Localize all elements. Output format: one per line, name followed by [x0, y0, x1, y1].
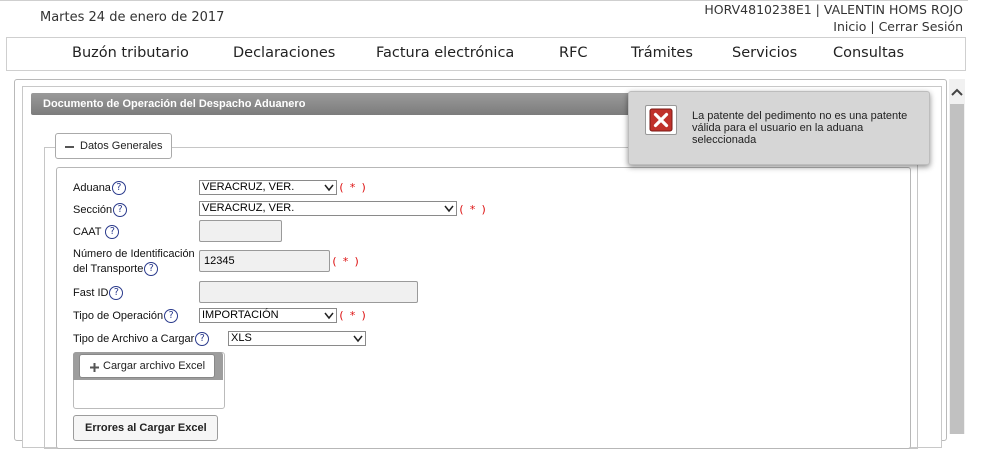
- seccion-label: Sección?: [73, 203, 128, 218]
- link-separator: |: [870, 19, 875, 34]
- errores-excel-label: Errores al Cargar Excel: [85, 422, 207, 434]
- fast-id-label: Fast ID?: [73, 286, 124, 301]
- current-date: Martes 24 de enero de 2017: [40, 10, 225, 25]
- tipo-operacion-label: Tipo de Operación?: [73, 309, 179, 324]
- scrollbar-thumb[interactable]: [950, 104, 964, 434]
- required-marker: ( * ): [458, 203, 487, 216]
- panel-title: Documento de Operación del Despacho Adua…: [43, 98, 306, 110]
- errores-excel-button[interactable]: Errores al Cargar Excel: [73, 415, 218, 441]
- help-icon[interactable]: ?: [111, 181, 126, 195]
- logout-link[interactable]: Cerrar Sesión: [879, 19, 963, 34]
- caat-label: CAAT ?: [73, 225, 120, 240]
- help-icon[interactable]: ?: [195, 332, 210, 346]
- required-marker: ( * ): [331, 255, 360, 268]
- fast-id-input[interactable]: [199, 281, 418, 303]
- nav-item-buzon-tributario[interactable]: Buzón tributario: [72, 45, 189, 61]
- nav-item-tramites[interactable]: Trámites: [631, 45, 693, 61]
- upload-excel-label: Cargar archivo Excel: [103, 360, 206, 372]
- tipo-operacion-select[interactable]: IMPORTACIÓN: [199, 308, 337, 323]
- datos-generales-label: Datos Generales: [80, 140, 163, 152]
- nav-item-factura-electronica[interactable]: Factura electrónica: [376, 45, 514, 61]
- notification-message: La patente del pedimento no es una paten…: [692, 110, 908, 146]
- seccion-select[interactable]: VERACRUZ, VER.: [199, 201, 457, 216]
- home-link[interactable]: Inicio: [833, 19, 866, 34]
- chevron-down-icon: [324, 312, 334, 320]
- help-icon[interactable]: ?: [164, 309, 179, 323]
- nav-item-servicios[interactable]: Servicios: [732, 45, 797, 61]
- help-icon[interactable]: ?: [109, 286, 124, 300]
- close-x-icon: [645, 105, 677, 135]
- collapse-minus-icon: [65, 146, 74, 148]
- chevron-down-icon: [353, 335, 363, 343]
- transport-id-input[interactable]: 12345: [199, 250, 330, 272]
- tipo-archivo-label: Tipo de Archivo a Cargar?: [73, 332, 210, 347]
- nav-item-rfc[interactable]: RFC: [559, 45, 588, 61]
- help-icon[interactable]: ?: [144, 262, 159, 276]
- user-info: HORV4810238E1 | VALENTIN HOMS ROJO Inici…: [704, 2, 963, 34]
- nav-item-consultas[interactable]: Consultas: [833, 45, 904, 61]
- required-marker: ( * ): [338, 181, 367, 194]
- aduana-select[interactable]: VERACRUZ, VER.: [199, 180, 337, 195]
- plus-icon: [90, 363, 99, 372]
- aduana-label: Aduana?: [73, 181, 126, 196]
- scroll-up-arrow-icon[interactable]: [949, 84, 965, 100]
- tipo-archivo-select[interactable]: XLS: [228, 331, 366, 346]
- main-nav: Buzón tributario Declaraciones Factura e…: [6, 37, 966, 71]
- required-marker: ( * ): [338, 309, 367, 322]
- nav-item-declaraciones[interactable]: Declaraciones: [233, 45, 335, 61]
- user-identity: HORV4810238E1 | VALENTIN HOMS ROJO: [704, 2, 963, 17]
- transport-id-label: Número de Identificación del Transporte?: [73, 248, 195, 276]
- chevron-down-icon: [324, 184, 334, 192]
- help-icon[interactable]: ?: [113, 203, 128, 217]
- chevron-down-icon: [444, 205, 454, 213]
- datos-generales-toggle[interactable]: Datos Generales: [55, 133, 172, 159]
- caat-input[interactable]: [199, 220, 282, 242]
- help-icon[interactable]: ?: [105, 225, 120, 239]
- upload-excel-button[interactable]: Cargar archivo Excel: [79, 354, 215, 378]
